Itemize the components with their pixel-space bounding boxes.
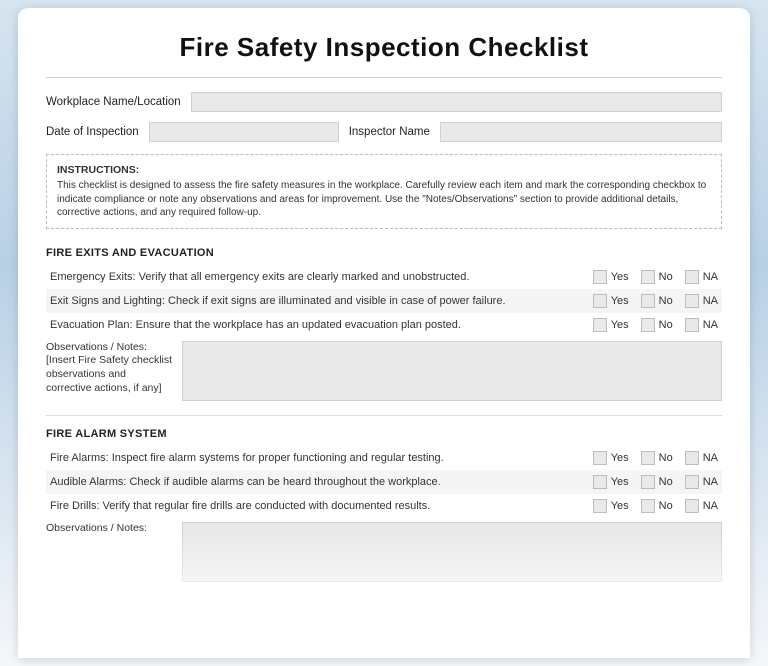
opt-label-no: No bbox=[659, 295, 673, 307]
checklist-item: Fire Alarms: Inspect fire alarm systems … bbox=[46, 446, 722, 470]
checkbox-yes[interactable] bbox=[593, 451, 607, 465]
opt-label-no: No bbox=[659, 500, 673, 512]
inspector-label: Inspector Name bbox=[349, 126, 430, 138]
checklist-item: Audible Alarms: Check if audible alarms … bbox=[46, 470, 722, 494]
opt-label-yes: Yes bbox=[611, 319, 629, 331]
date-input[interactable] bbox=[149, 122, 339, 142]
checkbox-na[interactable] bbox=[685, 270, 699, 284]
checkbox-no[interactable] bbox=[641, 270, 655, 284]
opt-label-yes: Yes bbox=[611, 271, 629, 283]
checkbox-yes[interactable] bbox=[593, 499, 607, 513]
item-text: Exit Signs and Lighting: Check if exit s… bbox=[50, 295, 593, 307]
item-options: Yes No NA bbox=[593, 451, 718, 465]
date-label: Date of Inspection bbox=[46, 126, 139, 138]
item-options: Yes No NA bbox=[593, 270, 718, 284]
header-fields: Workplace Name/Location Date of Inspecti… bbox=[46, 92, 722, 142]
opt-label-na: NA bbox=[703, 295, 718, 307]
notes-row: Observations / Notes: bbox=[46, 522, 722, 582]
opt-label-no: No bbox=[659, 319, 673, 331]
checkbox-no[interactable] bbox=[641, 475, 655, 489]
instructions-body: This checklist is designed to assess the… bbox=[57, 179, 711, 220]
notes-label: Observations / Notes: bbox=[46, 522, 174, 582]
checkbox-no[interactable] bbox=[641, 294, 655, 308]
opt-label-yes: Yes bbox=[611, 500, 629, 512]
opt-label-na: NA bbox=[703, 271, 718, 283]
checklist-item: Emergency Exits: Verify that all emergen… bbox=[46, 265, 722, 289]
notes-label: Observations / Notes: [Insert Fire Safet… bbox=[46, 341, 174, 401]
checkbox-yes[interactable] bbox=[593, 318, 607, 332]
item-text: Evacuation Plan: Ensure that the workpla… bbox=[50, 319, 593, 331]
checkbox-yes[interactable] bbox=[593, 294, 607, 308]
checkbox-yes[interactable] bbox=[593, 475, 607, 489]
checkbox-na[interactable] bbox=[685, 294, 699, 308]
checkbox-no[interactable] bbox=[641, 499, 655, 513]
opt-label-no: No bbox=[659, 271, 673, 283]
item-options: Yes No NA bbox=[593, 318, 718, 332]
checkbox-no[interactable] bbox=[641, 451, 655, 465]
opt-label-na: NA bbox=[703, 500, 718, 512]
item-text: Fire Alarms: Inspect fire alarm systems … bbox=[50, 452, 593, 464]
checkbox-yes[interactable] bbox=[593, 270, 607, 284]
opt-label-na: NA bbox=[703, 319, 718, 331]
opt-label-yes: Yes bbox=[611, 476, 629, 488]
form-page: Fire Safety Inspection Checklist Workpla… bbox=[18, 8, 750, 658]
divider bbox=[46, 77, 722, 78]
item-text: Emergency Exits: Verify that all emergen… bbox=[50, 271, 593, 283]
notes-row: Observations / Notes: [Insert Fire Safet… bbox=[46, 341, 722, 401]
section-divider bbox=[46, 415, 722, 416]
section2-title: FIRE ALARM SYSTEM bbox=[46, 428, 722, 440]
instructions-title: INSTRUCTIONS: bbox=[57, 163, 711, 177]
item-text: Audible Alarms: Check if audible alarms … bbox=[50, 476, 593, 488]
item-options: Yes No NA bbox=[593, 499, 718, 513]
checkbox-na[interactable] bbox=[685, 499, 699, 513]
opt-label-no: No bbox=[659, 476, 673, 488]
item-options: Yes No NA bbox=[593, 294, 718, 308]
inspector-input[interactable] bbox=[440, 122, 722, 142]
checkbox-na[interactable] bbox=[685, 475, 699, 489]
opt-label-na: NA bbox=[703, 476, 718, 488]
checkbox-na[interactable] bbox=[685, 451, 699, 465]
item-text: Fire Drills: Verify that regular fire dr… bbox=[50, 500, 593, 512]
opt-label-no: No bbox=[659, 452, 673, 464]
checkbox-no[interactable] bbox=[641, 318, 655, 332]
workplace-input[interactable] bbox=[191, 92, 722, 112]
opt-label-yes: Yes bbox=[611, 452, 629, 464]
item-options: Yes No NA bbox=[593, 475, 718, 489]
page-title: Fire Safety Inspection Checklist bbox=[46, 32, 722, 63]
opt-label-yes: Yes bbox=[611, 295, 629, 307]
section1-title: FIRE EXITS AND EVACUATION bbox=[46, 247, 722, 259]
checklist-item: Fire Drills: Verify that regular fire dr… bbox=[46, 494, 722, 518]
notes-input[interactable] bbox=[182, 341, 722, 401]
opt-label-na: NA bbox=[703, 452, 718, 464]
checklist-item: Exit Signs and Lighting: Check if exit s… bbox=[46, 289, 722, 313]
checkbox-na[interactable] bbox=[685, 318, 699, 332]
workplace-label: Workplace Name/Location bbox=[46, 96, 181, 108]
instructions-box: INSTRUCTIONS: This checklist is designed… bbox=[46, 154, 722, 229]
checklist-item: Evacuation Plan: Ensure that the workpla… bbox=[46, 313, 722, 337]
notes-input[interactable] bbox=[182, 522, 722, 582]
